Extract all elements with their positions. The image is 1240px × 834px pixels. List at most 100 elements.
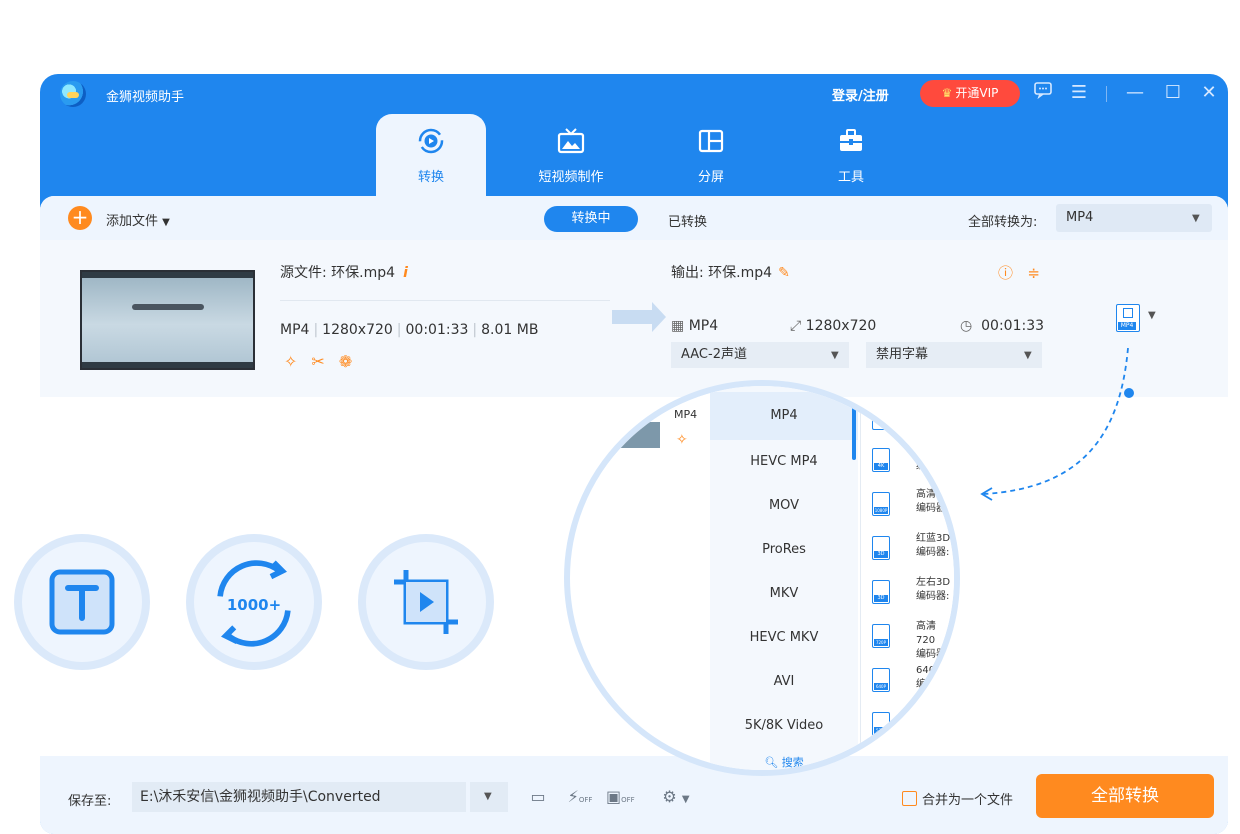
tab-converted[interactable]: 已转换 xyxy=(668,211,707,230)
save-path-field[interactable]: E:\沐禾安信\金狮视频助手\Converted xyxy=(132,782,466,812)
crop-feature-badge xyxy=(358,534,494,670)
format-search[interactable]: 🔍︎ 搜索 xyxy=(710,754,858,770)
preset-4k-text: 编 xyxy=(916,461,926,472)
preset-icon xyxy=(872,406,890,430)
toolbox-icon xyxy=(796,126,906,160)
video-thumbnail[interactable] xyxy=(80,270,255,370)
edit-name-icon[interactable]: ✎ xyxy=(778,265,790,281)
connector-arrow xyxy=(980,348,1129,501)
chevron-down-icon[interactable]: ▼ xyxy=(1148,310,1156,321)
save-path-dropdown[interactable]: ▼ xyxy=(470,782,508,812)
tab-tools[interactable]: 工具 xyxy=(796,114,906,196)
source-file: 源文件: 环保.mp4 i xyxy=(280,265,408,281)
titlebar-divider xyxy=(1106,86,1107,102)
maximize-icon[interactable]: ☐ xyxy=(1160,80,1186,106)
magic-icon[interactable]: ✧ xyxy=(284,352,311,371)
compress-icon[interactable]: ≑ xyxy=(1027,264,1040,282)
tab-convert[interactable]: 转换 xyxy=(376,114,486,196)
thumbnail-fragment xyxy=(620,422,660,448)
format-count-label: 1000+ xyxy=(226,596,282,614)
feedback-icon[interactable] xyxy=(1030,80,1056,106)
bottom-bar: 保存至: E:\沐禾安信\金狮视频助手\Converted ▼ ▭ ⚡OFF ▣… xyxy=(40,756,1228,834)
close-icon[interactable]: ✕ xyxy=(1196,80,1222,106)
hardware-accel-icon[interactable]: ⚡OFF xyxy=(566,784,594,810)
tab-split-screen-label: 分屏 xyxy=(697,170,724,185)
chevron-down-icon: ▼ xyxy=(1192,213,1200,224)
format-option-mp4[interactable]: MP4 xyxy=(710,392,858,440)
minimize-icon[interactable]: — xyxy=(1122,80,1148,106)
format-option-5k-8k[interactable]: 5K/8K Video xyxy=(710,704,858,748)
preset-4k[interactable]: 4K xyxy=(872,448,890,472)
add-file-button[interactable]: + xyxy=(68,206,92,230)
preset-576p[interactable]: 576P xyxy=(872,712,890,736)
split-screen-icon xyxy=(656,126,766,160)
tab-split-screen[interactable]: 分屏 xyxy=(656,114,766,196)
preset-1080p[interactable]: 1080P xyxy=(872,492,890,516)
convert-arrow-icon xyxy=(612,302,666,332)
folder-icon[interactable]: ▭ xyxy=(524,784,552,810)
save-to-label: 保存至: xyxy=(68,794,112,809)
output-format: ▦ MP4 xyxy=(671,318,719,334)
format-option-mov[interactable]: MOV xyxy=(710,484,858,528)
cut-icon[interactable]: ✂ xyxy=(311,352,338,371)
convert-all-to-label: 全部转换为: xyxy=(968,215,1038,230)
format-count-badge: 1000+ xyxy=(186,534,322,670)
clock-icon: ◷ xyxy=(960,318,973,334)
film-icon: ▦ xyxy=(671,318,685,334)
format-option-hevc-mkv[interactable]: HEVC MKV xyxy=(710,616,858,660)
output-file: 输出: 环保.mp4 ✎ xyxy=(671,265,790,281)
tab-short-video-label: 短视频制作 xyxy=(538,170,604,185)
app-logo-icon xyxy=(60,81,86,107)
tv-icon xyxy=(516,126,626,160)
output-actions: ⓘ ≑ xyxy=(998,262,1040,283)
resize-icon: ⤢ xyxy=(790,318,802,334)
preset-3d-anaglyph[interactable]: 3D xyxy=(872,536,890,560)
format-option-hevc-mp4[interactable]: HEVC MP4 xyxy=(710,440,858,484)
tab-tools-label: 工具 xyxy=(837,170,864,185)
format-option-prores[interactable]: ProRes xyxy=(710,528,858,572)
title-bar: 金狮视频助手 登录/注册 ♛ 开通VIP ☰ — ☐ ✕ xyxy=(40,74,1228,116)
vip-button[interactable]: ♛ 开通VIP xyxy=(920,80,1020,107)
format-option-mkv[interactable]: MKV xyxy=(710,572,858,616)
format-option-avi[interactable]: AVI xyxy=(710,660,858,704)
output-duration: ◷ 00:01:33 xyxy=(960,318,1045,334)
source-meta: MP4 | 1280x720 | 00:01:33 | 8.01 MB xyxy=(280,322,539,338)
output-format-select[interactable]: MP4 ▼ xyxy=(1056,204,1212,232)
output-resolution: ⤢ 1280x720 xyxy=(790,318,877,334)
format-list-scrollbar[interactable] xyxy=(852,400,856,460)
tab-short-video[interactable]: 短视频制作 xyxy=(516,114,626,196)
preset-3d-side[interactable]: 3D xyxy=(872,580,890,604)
settings-gear-icon[interactable]: ⚙ ▼ xyxy=(652,784,700,810)
preset-3d-anaglyph-text: 红蓝3D 编码器: xyxy=(916,533,951,558)
preset-640p[interactable]: 640P xyxy=(872,668,890,692)
crown-icon: ♛ xyxy=(941,86,953,100)
format-badge-button[interactable]: MP4 xyxy=(1116,304,1140,332)
info-icon[interactable]: i xyxy=(403,265,408,281)
convert-icon xyxy=(376,126,486,160)
preset-3d-side-text: 左右3D 编码器: xyxy=(916,577,951,602)
merge-checkbox[interactable]: 合并为一个文件 xyxy=(902,789,1013,808)
preset-720p-text: 高清720 编码器: xyxy=(916,621,950,660)
chevron-down-icon: ▼ xyxy=(484,791,492,802)
tab-convert-label: 转换 xyxy=(417,170,444,185)
magic-icon: ✧ xyxy=(676,432,688,448)
format-picker-magnifier: MP4 ✧ MP4 HEVC MP4 MOV ProRes MKV HEVC M… xyxy=(564,380,960,776)
convert-all-button[interactable]: 全部转换 xyxy=(1036,774,1214,818)
edit-tools: ✧✂❁ xyxy=(284,352,366,371)
preset-720p[interactable]: 720P xyxy=(872,624,890,648)
palette-icon[interactable]: ❁ xyxy=(339,352,366,371)
text-icon xyxy=(49,569,115,635)
tab-converting[interactable]: 转换中 xyxy=(544,206,638,232)
preset-640p-text: 640P 编码 xyxy=(916,665,942,690)
info-circle-icon[interactable]: ⓘ xyxy=(998,264,1013,282)
login-register-link[interactable]: 登录/注册 xyxy=(832,85,889,104)
crop-video-icon xyxy=(394,570,458,634)
menu-icon[interactable]: ☰ xyxy=(1066,80,1092,106)
audio-track-select[interactable]: AAC-2声道 ▼ xyxy=(671,342,849,368)
search-icon: 🔍︎ xyxy=(764,756,779,769)
row-divider xyxy=(280,300,610,301)
text-feature-badge xyxy=(14,534,150,670)
gpu-accel-icon[interactable]: ▣OFF xyxy=(606,784,635,810)
add-file-label[interactable]: 添加文件 ▼ xyxy=(106,210,170,229)
app-title: 金狮视频助手 xyxy=(106,90,185,105)
